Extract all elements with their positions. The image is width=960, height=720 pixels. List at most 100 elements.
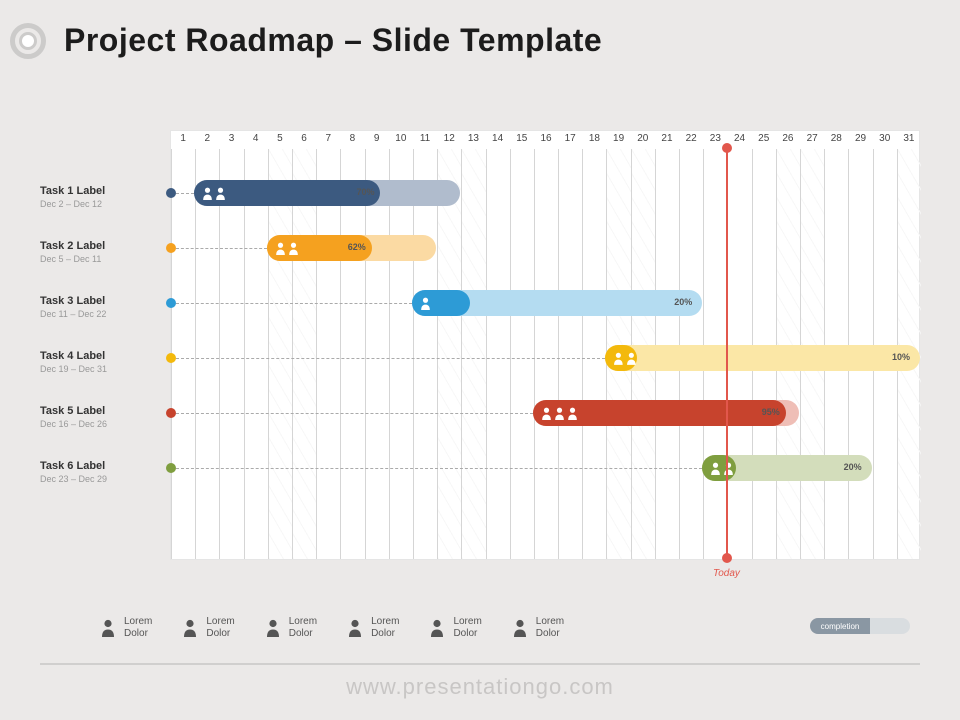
connector-line: [176, 358, 605, 359]
person-icon: [100, 619, 116, 637]
task-percent: 62%: [348, 242, 366, 252]
legend-text: LoremDolor: [371, 616, 399, 640]
task-label: Task 5 Label Dec 16 – Dec 26: [40, 405, 160, 429]
person-icon: [554, 407, 565, 420]
header: Project Roadmap – Slide Template: [0, 0, 960, 69]
slide: Project Roadmap – Slide Template 1234567…: [0, 0, 960, 720]
person-icon: [182, 619, 198, 637]
today-label: Today: [713, 568, 740, 579]
task-dot-icon: [166, 463, 176, 473]
day-number: 21: [655, 133, 679, 144]
task-row: Task 6 Label Dec 23 – Dec 29 20%: [40, 460, 920, 496]
day-number: 17: [558, 133, 582, 144]
task-dates: Dec 19 – Dec 31: [40, 364, 160, 374]
person-icon: [613, 352, 624, 365]
day-number: 1: [171, 133, 195, 144]
person-icon: [215, 187, 226, 200]
connector-line: [176, 413, 533, 414]
day-number: 27: [800, 133, 824, 144]
completion-pill-fill: completion: [810, 618, 870, 634]
task-dates: Dec 11 – Dec 22: [40, 309, 160, 319]
day-number: 29: [849, 133, 873, 144]
task-percent: 20%: [674, 297, 692, 307]
task-percent: 70%: [356, 187, 374, 197]
day-number: 2: [195, 133, 219, 144]
person-icon: [567, 407, 578, 420]
legend-item: LoremDolor: [512, 616, 564, 640]
day-number: 6: [292, 133, 316, 144]
task-label: Task 3 Label Dec 11 – Dec 22: [40, 295, 160, 319]
task-bar-fill: [194, 180, 380, 206]
day-number: 20: [631, 133, 655, 144]
person-icon: [429, 619, 445, 637]
legend-text: LoremDolor: [453, 616, 481, 640]
task-dot-icon: [166, 298, 176, 308]
person-icon: [626, 352, 637, 365]
day-number: 13: [461, 133, 485, 144]
task-bar-fill: [702, 455, 736, 481]
legend-text: LoremDolor: [536, 616, 564, 640]
person-icon: [202, 187, 213, 200]
person-icon: [710, 462, 721, 475]
task-row: Task 3 Label Dec 11 – Dec 22 20%: [40, 295, 920, 331]
legend-item: LoremDolor: [182, 616, 234, 640]
task-label: Task 4 Label Dec 19 – Dec 31: [40, 350, 160, 374]
task-label: Task 6 Label Dec 23 – Dec 29: [40, 460, 160, 484]
task-row: Task 1 Label Dec 2 – Dec 12 70%: [40, 185, 920, 221]
connector-line: [176, 468, 702, 469]
task-dot-icon: [166, 243, 176, 253]
day-number: 12: [437, 133, 461, 144]
task-bar-fill: [412, 290, 470, 316]
task-row: Task 4 Label Dec 19 – Dec 31 10%: [40, 350, 920, 386]
day-number: 31: [897, 133, 921, 144]
task-name: Task 5 Label: [40, 405, 160, 417]
day-number: 5: [268, 133, 292, 144]
person-icon: [512, 619, 528, 637]
page-title: Project Roadmap – Slide Template: [64, 22, 602, 59]
completion-pill-bg: [870, 618, 910, 634]
task-bar-fill: [533, 400, 786, 426]
legend-text: LoremDolor: [289, 616, 317, 640]
task-dates: Dec 5 – Dec 11: [40, 254, 160, 264]
task-percent: 20%: [844, 462, 862, 472]
bullet-icon: [10, 23, 46, 59]
task-name: Task 1 Label: [40, 185, 160, 197]
day-number: 14: [486, 133, 510, 144]
legend-item: LoremDolor: [265, 616, 317, 640]
day-number: 28: [824, 133, 848, 144]
person-icon: [541, 407, 552, 420]
day-number: 4: [244, 133, 268, 144]
legend-text: LoremDolor: [206, 616, 234, 640]
day-number: 3: [219, 133, 243, 144]
connector-line: [176, 193, 194, 194]
task-label: Task 2 Label Dec 5 – Dec 11: [40, 240, 160, 264]
task-bar-bg: [605, 345, 920, 371]
day-number: 7: [316, 133, 340, 144]
day-number: 19: [607, 133, 631, 144]
day-number: 10: [389, 133, 413, 144]
person-icon: [420, 297, 431, 310]
divider: [40, 663, 920, 665]
task-dates: Dec 23 – Dec 29: [40, 474, 160, 484]
today-line: [726, 148, 728, 558]
task-name: Task 2 Label: [40, 240, 160, 252]
gantt-chart: 1234567891011121314151617181920212223242…: [40, 130, 920, 560]
legend: LoremDolor LoremDolor LoremDolor LoremDo…: [100, 616, 564, 640]
person-icon: [275, 242, 286, 255]
footer-link[interactable]: www.presentationgo.com: [0, 674, 960, 700]
task-bar-fill: [605, 345, 636, 371]
task-name: Task 3 Label: [40, 295, 160, 307]
person-icon: [265, 619, 281, 637]
legend-item: LoremDolor: [429, 616, 481, 640]
task-row: Task 5 Label Dec 16 – Dec 26 95%: [40, 405, 920, 441]
day-number: 8: [340, 133, 364, 144]
day-number: 18: [582, 133, 606, 144]
legend-item: LoremDolor: [100, 616, 152, 640]
task-percent: 10%: [892, 352, 910, 362]
day-number: 26: [776, 133, 800, 144]
task-name: Task 6 Label: [40, 460, 160, 472]
day-number: 25: [752, 133, 776, 144]
task-percent: 95%: [762, 407, 780, 417]
person-icon: [723, 462, 734, 475]
person-icon: [347, 619, 363, 637]
